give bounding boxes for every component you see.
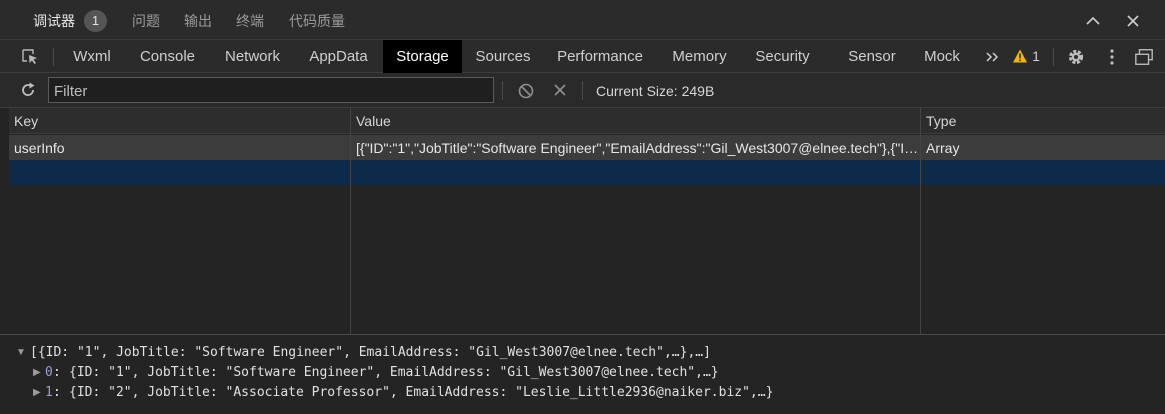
- tab-sources[interactable]: Sources: [466, 40, 540, 73]
- preview-item-index: 0: [45, 365, 53, 380]
- tab-performance[interactable]: Performance: [548, 40, 652, 73]
- cell-key: userInfo: [14, 140, 65, 156]
- panel-tab-code-quality[interactable]: 代码质量: [289, 0, 345, 40]
- inspect-element-icon[interactable]: [20, 47, 40, 67]
- delete-icon[interactable]: [552, 82, 568, 98]
- warning-icon[interactable]: [1012, 48, 1028, 64]
- refresh-icon[interactable]: [19, 81, 37, 99]
- tab-storage[interactable]: Storage: [383, 40, 462, 73]
- toolbar-divider: [582, 81, 583, 100]
- tab-memory[interactable]: Memory: [662, 40, 737, 73]
- preview-item[interactable]: {ID: "2", JobTitle: "Associate Professor…: [69, 383, 773, 403]
- toolbar-divider: [53, 48, 54, 66]
- tab-console[interactable]: Console: [129, 40, 206, 73]
- tab-appdata[interactable]: AppData: [298, 40, 379, 73]
- expand-triangle-icon[interactable]: ▶: [33, 367, 41, 378]
- preview-colon: :: [53, 385, 69, 400]
- value-preview: ▼ [{ID: "1", JobTitle: "Software Enginee…: [0, 334, 1165, 414]
- dock-window-icon[interactable]: [1134, 47, 1154, 67]
- double-chevron-right-icon[interactable]: [983, 47, 1003, 67]
- table-row[interactable]: userInfo [{"ID":"1","JobTitle":"Software…: [9, 135, 1165, 160]
- tab-mock[interactable]: Mock: [915, 40, 969, 73]
- panel-bar: 调试器 1 问题 输出 终端 代码质量: [0, 0, 1165, 40]
- column-header-value[interactable]: Value: [351, 108, 391, 134]
- chevron-up-icon[interactable]: [1084, 12, 1102, 30]
- preview-colon: :: [53, 365, 69, 380]
- panel-tab-terminal[interactable]: 终端: [236, 0, 264, 40]
- toolbar-divider: [1053, 48, 1054, 66]
- filter-input[interactable]: [48, 77, 494, 103]
- tab-security[interactable]: Security: [748, 40, 817, 73]
- devtools-tabbar: Wxml Console Network AppData Storage Sou…: [0, 40, 1165, 73]
- kebab-menu-icon[interactable]: [1102, 47, 1122, 67]
- table-header: Key Value Type: [9, 108, 1165, 134]
- cell-type: Array: [926, 140, 960, 156]
- expand-triangle-icon[interactable]: ▶: [33, 387, 41, 398]
- current-size-label: Current Size: 249B: [596, 83, 715, 99]
- panel-tab-problems[interactable]: 问题: [132, 0, 160, 40]
- tab-sensor[interactable]: Sensor: [838, 40, 906, 73]
- panel-tab-output[interactable]: 输出: [184, 0, 212, 40]
- panel-tab-debugger[interactable]: 调试器: [33, 0, 75, 40]
- storage-table: Key Value Type userInfo [{"ID":"1","JobT…: [9, 108, 1165, 334]
- tab-network[interactable]: Network: [212, 40, 293, 73]
- warning-count[interactable]: 1: [1029, 40, 1043, 73]
- toolbar-divider: [502, 81, 503, 100]
- collapse-triangle-icon[interactable]: ▼: [16, 347, 26, 358]
- column-header-type[interactable]: Type: [921, 108, 956, 134]
- cell-value: [{"ID":"1","JobTitle":"Software Engineer…: [356, 140, 919, 156]
- tab-wxml[interactable]: Wxml: [61, 40, 123, 73]
- column-header-key[interactable]: Key: [9, 108, 38, 134]
- preview-item-index: 1: [45, 385, 53, 400]
- table-row-empty[interactable]: [9, 160, 1165, 185]
- close-icon[interactable]: [1124, 12, 1142, 30]
- issue-count-badge: 1: [84, 10, 107, 32]
- column-divider: [350, 108, 351, 334]
- gear-icon[interactable]: [1066, 47, 1086, 67]
- block-icon[interactable]: [517, 82, 535, 100]
- preview-item[interactable]: {ID: "1", JobTitle: "Software Engineer",…: [69, 363, 719, 383]
- column-divider: [920, 108, 921, 334]
- storage-toolbar: Current Size: 249B: [0, 73, 1165, 108]
- preview-root[interactable]: [{ID: "1", JobTitle: "Software Engineer"…: [30, 343, 711, 363]
